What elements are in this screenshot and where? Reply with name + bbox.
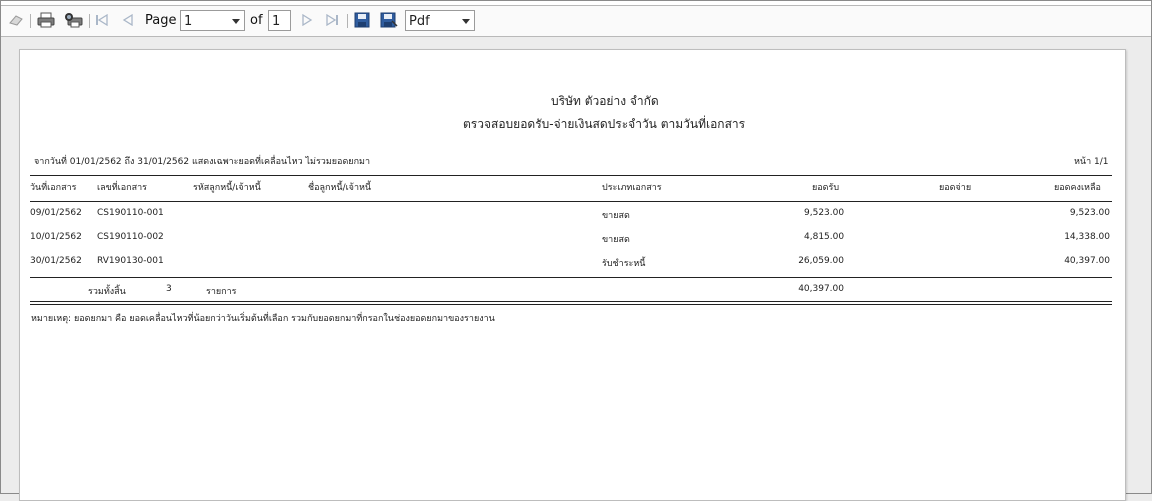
- toolbar-separator: [347, 14, 348, 28]
- page-label: Page: [145, 13, 177, 28]
- total-unit: รายการ: [206, 287, 237, 297]
- eraser-icon[interactable]: [7, 12, 25, 28]
- col-header-doc-date: วันที่เอกสาร: [30, 183, 77, 193]
- table-row-date: 09/01/2562: [30, 208, 82, 218]
- table-row-receipt: 26,059.00: [798, 256, 844, 266]
- save-as-icon[interactable]: [379, 12, 399, 28]
- total-double-rule-bottom: [30, 304, 1112, 305]
- page-number-select[interactable]: 1: [180, 10, 245, 31]
- header-top-rule: [30, 175, 1112, 176]
- chevron-down-icon: [462, 19, 470, 24]
- page-indicator: หน้า 1/1: [1074, 157, 1109, 167]
- report-toolbar: Page 1 of 1 Pdf: [1, 6, 1151, 37]
- table-row-receipt: 4,815.00: [804, 232, 845, 242]
- col-header-payment: ยอดจ่าย: [939, 183, 972, 193]
- col-header-doc-type: ประเภทเอกสาร: [602, 183, 662, 193]
- table-row-doc-no: CS190110-001: [97, 208, 164, 218]
- filter-description: จากวันที่ 01/01/2562 ถึง 31/01/2562 แสดง…: [34, 157, 371, 167]
- of-label: of: [250, 13, 263, 28]
- report-viewer-window: Page 1 of 1 Pdf บริษัท ตัวอย่าง จำกัด ตร…: [0, 0, 1152, 501]
- toolbar-separator: [30, 14, 31, 28]
- print-icon[interactable]: [36, 12, 56, 28]
- first-page-icon[interactable]: [94, 12, 110, 28]
- header-bottom-rule: [30, 201, 1112, 202]
- total-pages-value: 1: [272, 14, 281, 29]
- table-row-doc-no: RV190130-001: [97, 256, 164, 266]
- next-page-icon[interactable]: [299, 12, 315, 28]
- total-count: 3: [166, 284, 172, 294]
- report-viewport[interactable]: บริษัท ตัวอย่าง จำกัด ตรวจสอบยอดรับ-จ่าย…: [1, 37, 1151, 501]
- report-footnote: หมายเหตุ: ยอดยกมา คือ ยอดเคลื่อนไหวที่น้…: [31, 314, 495, 324]
- save-icon[interactable]: [353, 12, 371, 28]
- chevron-down-icon: [232, 19, 240, 24]
- previous-page-icon[interactable]: [120, 12, 136, 28]
- export-format-value: Pdf: [409, 14, 430, 29]
- col-header-doc-no: เลขที่เอกสาร: [97, 183, 147, 193]
- total-top-rule: [30, 277, 1112, 278]
- report-page: บริษัท ตัวอย่าง จำกัด ตรวจสอบยอดรับ-จ่าย…: [19, 49, 1126, 501]
- col-header-party-code: รหัสลูกหนี้/เจ้าหนี้: [193, 183, 261, 193]
- total-pages-field: 1: [268, 10, 291, 31]
- col-header-balance: ยอดคงเหลือ: [1054, 183, 1101, 193]
- table-row-balance: 14,338.00: [1064, 232, 1110, 242]
- last-page-icon[interactable]: [324, 12, 340, 28]
- table-row-date: 10/01/2562: [30, 232, 82, 242]
- table-row-doc-type: ขายสด: [602, 211, 630, 221]
- total-double-rule-top: [30, 301, 1112, 302]
- export-format-select[interactable]: Pdf: [405, 10, 475, 31]
- report-title: ตรวจสอบยอดรับ-จ่ายเงินสดประจำวัน ตามวันท…: [463, 117, 746, 131]
- col-header-party-name: ชื่อลูกหนี้/เจ้าหนี้: [308, 183, 372, 193]
- table-row-doc-type: ขายสด: [602, 235, 630, 245]
- table-row-balance: 9,523.00: [1069, 208, 1110, 218]
- print-preview-icon[interactable]: [62, 12, 84, 28]
- page-number-value: 1: [184, 14, 193, 29]
- toolbar-separator: [89, 14, 90, 28]
- table-row-receipt: 9,523.00: [804, 208, 845, 218]
- table-row-balance: 40,397.00: [1064, 256, 1110, 266]
- table-row-doc-no: CS190110-002: [97, 232, 164, 242]
- total-receipt: 40,397.00: [798, 284, 844, 294]
- col-header-receipt: ยอดรับ: [812, 183, 840, 193]
- company-name: บริษัท ตัวอย่าง จำกัด: [551, 94, 659, 108]
- table-row-date: 30/01/2562: [30, 256, 82, 266]
- total-label: รวมทั้งสิ้น: [88, 287, 126, 297]
- table-row-doc-type: รับชำระหนี้: [602, 259, 646, 269]
